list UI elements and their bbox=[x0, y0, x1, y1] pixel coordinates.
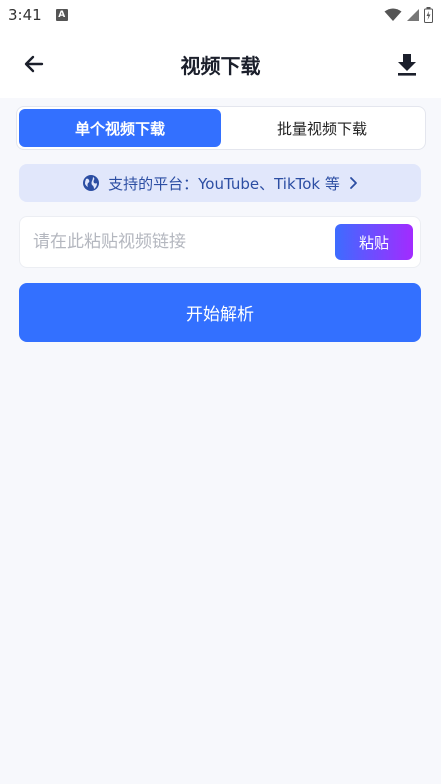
chevron-right-icon bbox=[350, 177, 357, 189]
tab-batch-download[interactable]: 批量视频下载 bbox=[221, 109, 423, 147]
status-bar: 3:41 A bbox=[0, 0, 441, 30]
url-input-container: 粘贴 bbox=[19, 216, 421, 268]
app-bar: 视频下载 bbox=[0, 30, 441, 98]
supported-platforms-text: 支持的平台：YouTube、TikTok 等 bbox=[108, 174, 340, 193]
supported-platforms-banner[interactable]: 支持的平台：YouTube、TikTok 等 bbox=[19, 164, 421, 202]
url-input[interactable] bbox=[33, 232, 335, 252]
back-button[interactable] bbox=[20, 50, 48, 78]
wifi-icon bbox=[384, 8, 402, 21]
status-icons bbox=[384, 7, 433, 23]
status-time: 3:41 bbox=[8, 6, 42, 24]
paste-button[interactable]: 粘贴 bbox=[335, 224, 413, 260]
start-parse-button[interactable]: 开始解析 bbox=[19, 283, 421, 342]
downloads-button[interactable] bbox=[393, 50, 421, 78]
download-mode-tabs: 单个视频下载 批量视频下载 bbox=[16, 106, 426, 150]
page-title: 视频下载 bbox=[180, 53, 261, 78]
signal-icon bbox=[407, 9, 419, 21]
tab-single-download[interactable]: 单个视频下载 bbox=[19, 109, 221, 147]
download-icon bbox=[398, 54, 416, 76]
globe-icon bbox=[83, 175, 100, 191]
arrow-left-icon bbox=[24, 55, 44, 73]
battery-icon bbox=[424, 7, 433, 23]
notification-icon: A bbox=[55, 9, 68, 21]
